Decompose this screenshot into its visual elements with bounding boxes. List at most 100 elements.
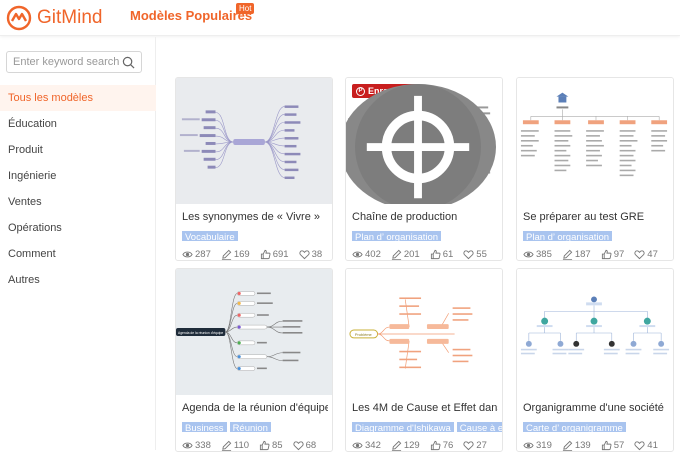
- likes-count: 57: [613, 440, 625, 451]
- tag-list: Plan d’ organisation: [352, 227, 502, 241]
- template-thumbnail[interactable]: Problème: [346, 269, 502, 395]
- tag[interactable]: Carte d’ organigramme: [523, 422, 626, 432]
- favorites-stat[interactable]: 68: [293, 440, 317, 451]
- template-card[interactable]: Les synonymes de « Vivre » Vocabulaire 2…: [175, 77, 333, 261]
- eye-icon: [182, 249, 193, 260]
- category-education[interactable]: Éducation: [0, 111, 156, 137]
- favorites-count: 27: [476, 440, 487, 451]
- heart-icon[interactable]: [634, 249, 645, 260]
- logo-text: GitMind: [37, 7, 103, 28]
- likes-count: 76: [442, 440, 454, 451]
- stats-row: 319 139 57 41: [523, 440, 673, 451]
- gitmind-logo[interactable]: GitMind: [6, 4, 102, 32]
- thumbs-up-icon[interactable]: [601, 440, 612, 451]
- tag[interactable]: Business: [182, 422, 227, 432]
- favorites-stat[interactable]: 41: [634, 440, 658, 451]
- category-list: Tous les modèles Éducation Produit Ingén…: [0, 85, 156, 293]
- category-operations[interactable]: Opérations: [0, 215, 156, 241]
- thumbs-up-icon[interactable]: [601, 249, 612, 260]
- favorites-stat[interactable]: 38: [299, 249, 323, 260]
- template-title[interactable]: Se préparer au test GRE: [523, 211, 669, 223]
- fishbone-root-label: Problème: [355, 332, 373, 337]
- category-all-templates[interactable]: Tous les modèles: [0, 85, 156, 111]
- template-title[interactable]: Organigramme d'une société: [523, 402, 669, 414]
- template-card[interactable]: Problème Les 4M de Cause et Effet dans .…: [345, 268, 503, 452]
- heart-icon[interactable]: [634, 440, 645, 451]
- edits-stat: 187: [562, 249, 591, 260]
- tag[interactable]: Plan d’ organisation: [352, 231, 442, 241]
- template-card[interactable]: Agenda de la réunion d'équipe Agenda de …: [175, 268, 333, 452]
- template-card[interactable]: Se préparer au test GRE Plan d’ organisa…: [516, 77, 674, 261]
- favorites-count: 38: [311, 249, 323, 260]
- search-input[interactable]: [13, 56, 123, 68]
- gitmind-logo-icon: [6, 5, 32, 31]
- tag[interactable]: Diagramme d'Ishikawa: [352, 422, 454, 432]
- category-product[interactable]: Produit: [0, 137, 156, 163]
- heart-icon[interactable]: [299, 249, 310, 260]
- views-stat: 287: [182, 249, 211, 260]
- thumbs-up-icon[interactable]: [260, 249, 271, 260]
- tag[interactable]: Réunion: [229, 422, 271, 432]
- stats-row: 402 201 61 55: [352, 249, 502, 260]
- template-title[interactable]: Les 4M de Cause et Effet dans ...: [352, 402, 498, 414]
- favorites-stat[interactable]: 27: [463, 440, 487, 451]
- likes-count: 97: [613, 249, 625, 260]
- pencil-icon: [221, 440, 232, 451]
- stats-row: 287 169 691 38: [182, 249, 332, 260]
- likes-stat[interactable]: 57: [601, 440, 625, 451]
- likes-stat[interactable]: 85: [259, 440, 283, 451]
- eye-icon: [182, 440, 193, 451]
- views-stat: 385: [523, 249, 552, 260]
- edits-count: 129: [403, 440, 420, 451]
- category-how-to[interactable]: Comment: [0, 241, 156, 267]
- category-others[interactable]: Autres: [0, 267, 156, 293]
- likes-stat[interactable]: 691: [260, 249, 289, 260]
- template-thumbnail[interactable]: Agenda de la réunion d'équipe: [176, 269, 332, 395]
- search-icon[interactable]: [122, 56, 135, 69]
- thumbs-up-icon[interactable]: [430, 440, 441, 451]
- template-card[interactable]: Organigramme d'une société Carte d’ orga…: [516, 268, 674, 452]
- category-engineering[interactable]: Ingénierie: [0, 163, 156, 189]
- eye-icon: [523, 249, 534, 260]
- tag[interactable]: Cause à effet: [456, 422, 502, 432]
- template-thumbnail[interactable]: [176, 78, 332, 204]
- pencil-icon: [391, 249, 402, 260]
- thumbs-up-icon[interactable]: [430, 249, 441, 260]
- tag-list: Vocabulaire: [182, 227, 332, 241]
- views-stat: 319: [523, 440, 552, 451]
- template-thumbnail[interactable]: PEnregistrer: [346, 78, 502, 204]
- likes-stat[interactable]: 61: [430, 249, 453, 260]
- template-thumbnail[interactable]: [517, 269, 673, 395]
- favorites-stat[interactable]: 55: [463, 249, 487, 260]
- search-box[interactable]: [6, 51, 142, 73]
- template-title[interactable]: Chaîne de production: [352, 211, 498, 223]
- pencil-icon: [562, 440, 573, 451]
- favorites-count: 68: [305, 440, 317, 451]
- category-sales[interactable]: Ventes: [0, 189, 156, 215]
- heart-icon[interactable]: [293, 440, 304, 451]
- favorites-stat[interactable]: 47: [634, 249, 658, 260]
- fishbone-preview: Problème: [349, 297, 473, 369]
- expand-icon[interactable]: [346, 84, 496, 204]
- pencil-icon: [562, 249, 573, 260]
- mindmap-preview: [179, 105, 301, 180]
- likes-stat[interactable]: 97: [601, 249, 625, 260]
- edits-stat: 201: [391, 249, 420, 260]
- tag[interactable]: Vocabulaire: [182, 231, 238, 241]
- edits-count: 187: [574, 249, 591, 260]
- nav-popular-templates[interactable]: Modèles Populaires: [130, 8, 252, 23]
- template-thumbnail[interactable]: [517, 78, 673, 204]
- stats-row: 385 187 97 47: [523, 249, 673, 260]
- template-title[interactable]: Les synonymes de « Vivre »: [182, 211, 328, 223]
- heart-icon[interactable]: [463, 440, 474, 451]
- thumbs-up-icon[interactable]: [259, 440, 270, 451]
- heart-icon[interactable]: [463, 249, 474, 260]
- views-stat: 402: [352, 249, 381, 260]
- template-title[interactable]: Agenda de la réunion d'équipe: [182, 402, 328, 414]
- views-stat: 342: [352, 440, 381, 451]
- template-card[interactable]: PEnregistrer Chaîne de production Plan d…: [345, 77, 503, 261]
- mindmap-preview: Agenda de la réunion d'équipe: [176, 291, 303, 371]
- likes-stat[interactable]: 76: [430, 440, 454, 451]
- views-count: 287: [195, 249, 211, 260]
- tag[interactable]: Plan d’ organisation: [523, 231, 613, 241]
